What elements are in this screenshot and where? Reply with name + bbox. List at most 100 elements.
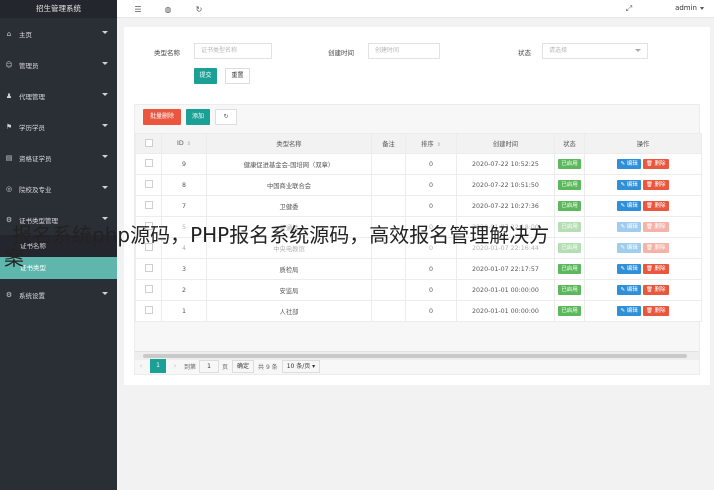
trash-icon: 🗑	[645, 182, 655, 188]
table-row[interactable]: 9 健康促进基金会-国培网（双章） 0 2020-07-22 10:52:25 已启用 ✎…	[135, 153, 702, 175]
row-select-cell[interactable]	[135, 174, 162, 196]
table-row[interactable]: 7 卫健委 0 2020-07-22 10:27:36 已启用 ✎ 编辑 🗑 删除	[135, 195, 702, 217]
delete-button[interactable]: 🗑 删除	[642, 264, 669, 274]
row-checkbox[interactable]	[144, 285, 153, 293]
total-count: 共 9 条	[258, 363, 278, 371]
status-select[interactable]: 请选择	[542, 43, 648, 59]
refresh-icon[interactable]: ↻	[194, 4, 204, 14]
certificate-icon: ▤	[5, 153, 13, 162]
row-checkbox[interactable]	[144, 180, 153, 188]
submit-button[interactable]: 提交	[194, 68, 217, 84]
edit-button[interactable]: ✎ 编辑	[617, 201, 641, 211]
delete-button[interactable]: 🗑 删除	[642, 159, 669, 169]
table-row[interactable]: 1 人社部 0 2020-01-01 00:00:00 已启用 ✎ 编辑 🗑 删除	[135, 300, 702, 322]
delete-button[interactable]: 🗑 删除	[642, 285, 669, 295]
sidebar-item-label: 系统设置	[19, 291, 45, 300]
sidebar-item-schools[interactable]: ◎ 院校及专业	[0, 173, 117, 204]
cell-actions: ✎ 编辑 🗑 删除	[584, 300, 702, 322]
edit-button[interactable]: ✎ 编辑	[617, 264, 641, 274]
status-badge[interactable]: 已启用	[558, 306, 581, 316]
chevron-down-icon	[102, 31, 108, 34]
trash-icon: 🗑	[645, 287, 655, 293]
row-checkbox[interactable]	[144, 306, 153, 314]
refresh-icon: ↻	[223, 113, 229, 120]
sort-icon[interactable]: ⇕	[187, 141, 191, 147]
page-input[interactable]: 1	[199, 359, 220, 373]
cell-type-name: 中国商业联合会	[206, 174, 372, 196]
next-page-icon[interactable]: ›	[170, 362, 180, 370]
chevron-down-icon	[700, 6, 704, 10]
page-unit-label: 页	[222, 363, 229, 371]
status-badge[interactable]: 已启用	[558, 180, 581, 190]
cell-sort: 0	[405, 300, 457, 322]
user-menu[interactable]: admin	[675, 4, 704, 12]
row-select-cell[interactable]	[135, 195, 162, 217]
home-icon: ⌂	[6, 29, 12, 38]
delete-button[interactable]: 🗑 删除	[642, 306, 669, 316]
delete-button[interactable]: 🗑 删除	[642, 180, 669, 190]
row-checkbox[interactable]	[144, 201, 153, 209]
cell-note	[371, 279, 406, 301]
cell-created: 2020-07-22 10:52:25	[456, 153, 555, 175]
table-row[interactable]: 8 中国商业联合会 0 2020-07-22 10:51:50 已启用 ✎ 编辑 🗑 删除	[135, 174, 702, 196]
row-select-cell[interactable]	[135, 153, 162, 175]
status-badge[interactable]: 已启用	[558, 285, 581, 295]
sidebar-item-agent[interactable]: ♟ 代理管理	[0, 80, 117, 111]
select-all-checkbox[interactable]	[144, 138, 153, 147]
chevron-down-icon	[102, 217, 108, 220]
school-icon: ◎	[5, 184, 13, 193]
goto-confirm-button[interactable]: 确定	[232, 359, 255, 373]
cell-id: 7	[161, 195, 207, 217]
cell-type-name: 安监局	[206, 279, 372, 301]
row-select-cell[interactable]	[135, 279, 162, 301]
prev-page-icon[interactable]: ‹	[136, 362, 146, 370]
reset-button[interactable]: 重置	[225, 68, 250, 84]
batch-delete-button[interactable]: 批量删除	[143, 109, 181, 125]
cell-status: 已启用	[554, 300, 585, 322]
row-checkbox[interactable]	[144, 264, 153, 272]
page-size-select[interactable]: 10 条/页 ▾	[281, 359, 321, 373]
app-title: 招生管理系统	[0, 0, 117, 18]
sidebar-item-home[interactable]: ⌂ 主页	[0, 18, 117, 49]
row-checkbox[interactable]	[144, 159, 153, 167]
row-select-cell[interactable]	[135, 300, 162, 322]
pagination: ‹ 1 › 到第 1 页 确定 共 9 条 10 条/页 ▾	[136, 358, 321, 374]
current-page[interactable]: 1	[150, 359, 166, 373]
created-date-input[interactable]: 创建时间	[368, 43, 440, 59]
edit-button[interactable]: ✎ 编辑	[617, 159, 641, 169]
cell-sort: 0	[405, 153, 457, 175]
table-row[interactable]: 2 安监局 0 2020-01-01 00:00:00 已启用 ✎ 编辑 🗑 删除	[135, 279, 702, 301]
status-label: 状态	[518, 49, 531, 57]
cell-status: 已启用	[554, 279, 585, 301]
chevron-down-icon	[102, 62, 108, 65]
sidebar-item-label: 院校及专业	[19, 185, 52, 194]
column-header[interactable]: ID ⇕	[161, 133, 207, 154]
edit-button[interactable]: ✎ 编辑	[617, 180, 641, 190]
edit-button[interactable]: ✎ 编辑	[617, 306, 641, 316]
refresh-table-button[interactable]: ↻	[215, 109, 237, 125]
fullscreen-icon[interactable]: ⤢	[624, 4, 634, 14]
type-name-input[interactable]: 证书类型名称	[194, 43, 272, 59]
sidebar-item-degree-students[interactable]: ⚑ 学历学员	[0, 111, 117, 142]
column-header[interactable]: 排序 ⇕	[405, 133, 457, 154]
edit-button[interactable]: ✎ 编辑	[617, 285, 641, 295]
cell-status: 已启用	[554, 195, 585, 217]
sort-icon[interactable]: ⇕	[437, 142, 441, 148]
cell-actions: ✎ 编辑 🗑 删除	[584, 174, 702, 196]
globe-icon[interactable]: ◍	[163, 4, 173, 14]
sidebar-item-system-settings[interactable]: ⚙ 系统设置	[0, 279, 117, 310]
status-badge[interactable]: 已启用	[558, 264, 581, 274]
status-badge[interactable]: 已启用	[558, 159, 581, 169]
cell-created: 2020-07-22 10:27:36	[456, 195, 555, 217]
select-all-cell[interactable]	[135, 133, 162, 154]
sidebar-item-admin[interactable]: ☺ 管理员	[0, 49, 117, 80]
menu-toggle-icon[interactable]: ☰	[133, 4, 143, 14]
sidebar-item-cert-students[interactable]: ▤ 资格证学员	[0, 142, 117, 173]
table-header-row: ID ⇕ 类型名称 备注 排序 ⇕ 创建时间 状态 操作	[135, 133, 702, 154]
add-button[interactable]: 添加	[186, 109, 210, 125]
sidebar-item-label: 主页	[19, 30, 32, 39]
column-header: 状态	[554, 133, 585, 154]
delete-button[interactable]: 🗑 删除	[642, 201, 669, 211]
status-badge[interactable]: 已启用	[558, 201, 581, 211]
cell-note	[371, 300, 406, 322]
